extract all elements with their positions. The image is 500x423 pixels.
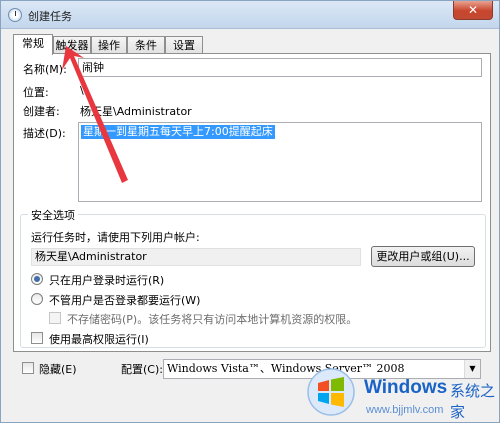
configure-label: 配置(C):: [121, 363, 163, 376]
title-bar: 创建任务 ✕: [1, 1, 499, 29]
close-button[interactable]: ✕: [453, 1, 493, 20]
run-always-radio[interactable]: [31, 293, 43, 305]
hidden-checkbox[interactable]: [22, 362, 34, 374]
watermark-brand: Windows: [364, 377, 448, 398]
author-value: 杨天星\Administrator: [80, 105, 192, 118]
user-account-field: 杨天星\Administrator: [31, 248, 361, 266]
highest-privileges-label[interactable]: 使用最高权限运行(I): [49, 331, 149, 347]
watermark-url: www.bjjmlv.com: [366, 404, 444, 416]
run-always-label[interactable]: 不管用户是否登录都要运行(W): [49, 292, 200, 308]
author-label: 创建者:: [23, 105, 60, 118]
no-store-password-checkbox[interactable]: [49, 312, 61, 324]
tab-actions[interactable]: 操作: [91, 36, 127, 54]
description-selected-text: 星期一到星期五每天早上7:00提醒起床: [81, 125, 275, 139]
run-logged-on-label[interactable]: 只在用户登录时运行(R): [49, 272, 164, 288]
watermark: Windows 系统之家 www.bjjmlv.com: [300, 363, 500, 423]
change-user-button[interactable]: 更改用户或组(U)...: [371, 246, 475, 267]
tab-general[interactable]: 常规: [13, 34, 53, 55]
description-label: 描述(D):: [23, 127, 66, 140]
tab-triggers[interactable]: 触发器: [53, 36, 91, 54]
hidden-label[interactable]: 隐藏(E): [39, 361, 77, 377]
security-options-title: 安全选项: [28, 207, 78, 223]
task-scheduler-icon: [8, 8, 22, 22]
location-label: 位置:: [23, 86, 49, 99]
run-logged-on-radio[interactable]: [31, 273, 43, 285]
description-textarea[interactable]: 星期一到星期五每天早上7:00提醒起床: [78, 122, 482, 202]
watermark-cn: 系统之家: [450, 382, 496, 421]
windows-logo-icon: [307, 368, 355, 416]
create-task-window: 创建任务 ✕ 常规 触发器 操作 条件 设置 名称(M): 闹钟 位置: \ 创…: [0, 0, 500, 423]
window-title: 创建任务: [28, 10, 72, 23]
run-as-label: 运行任务时，请使用下列用户帐户:: [31, 231, 200, 244]
name-label: 名称(M):: [23, 63, 67, 76]
tab-conditions[interactable]: 条件: [127, 36, 165, 54]
no-store-password-label: 不存储密码(P)。该任务将只有访问本地计算机资源的权限。: [67, 313, 358, 326]
highest-privileges-checkbox[interactable]: [31, 332, 43, 344]
name-input[interactable]: 闹钟: [78, 58, 482, 77]
tab-settings[interactable]: 设置: [165, 36, 203, 54]
location-value: \: [80, 84, 84, 97]
security-options-group: 安全选项 运行任务时，请使用下列用户帐户: 杨天星\Administrator …: [20, 207, 486, 348]
general-tab-panel: 名称(M): 闹钟 位置: \ 创建者: 杨天星\Administrator 描…: [13, 53, 491, 352]
